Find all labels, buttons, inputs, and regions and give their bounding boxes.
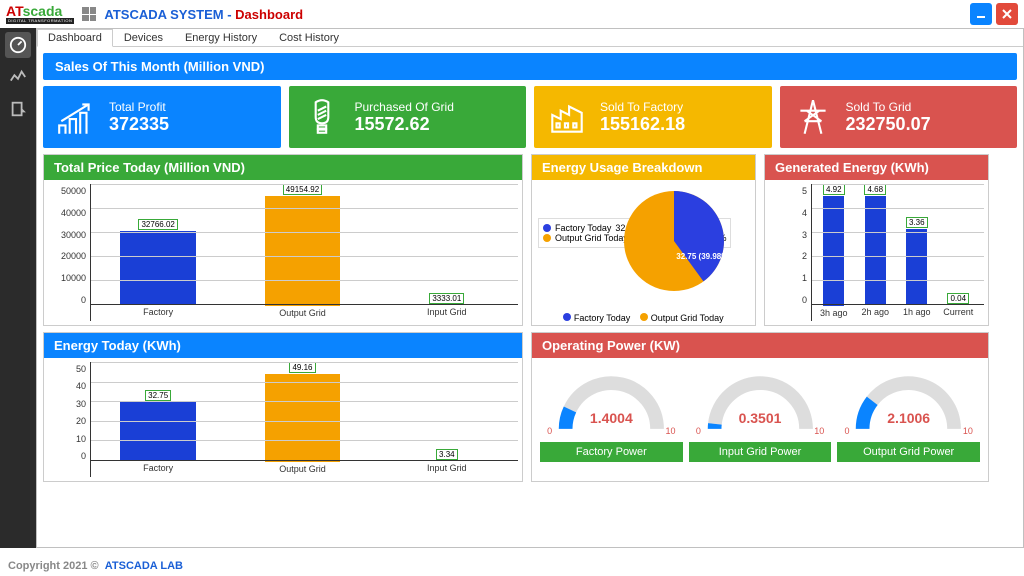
kpi-sold-to-grid: Sold To Grid232750.07 — [780, 86, 1018, 148]
operating-panel: Operating Power (KW) 1.4004010Factory Po… — [531, 332, 989, 482]
bar-input-grid: 3.34Input Grid — [384, 362, 510, 477]
pie-slice-label: 32.75 (39.98%) — [676, 252, 731, 261]
close-button[interactable] — [996, 3, 1018, 25]
energy-today-title: Energy Today (KWh) — [44, 333, 522, 358]
tab-devices[interactable]: Devices — [113, 29, 174, 46]
minimize-button[interactable] — [970, 3, 992, 25]
kpi-sold-to-factory: Sold To Factory155162.18 — [534, 86, 772, 148]
bar-factory: 32766.02Factory — [95, 184, 221, 321]
pie-panel: Energy Usage Breakdown Factory Today32.7… — [531, 154, 756, 326]
price-today-panel: Total Price Today (Million VND) 50000400… — [43, 154, 523, 326]
main-panel: DashboardDevicesEnergy HistoryCost Histo… — [36, 28, 1024, 548]
energy-today-panel: Energy Today (KWh) 5040302010032.75Facto… — [43, 332, 523, 482]
sales-header: Sales Of This Month (Million VND) — [43, 53, 1017, 80]
apps-icon[interactable] — [82, 7, 96, 21]
gauge-input-grid-power: 0.3501010Input Grid Power — [689, 366, 832, 473]
bar-factory: 32.75Factory — [95, 362, 221, 477]
nav-trend-icon[interactable] — [5, 64, 31, 90]
price-today-title: Total Price Today (Million VND) — [44, 155, 522, 180]
kpi-purchased-of-grid: Purchased Of Grid15572.62 — [289, 86, 527, 148]
bar-1h-ago: 3.361h ago — [899, 184, 935, 321]
generated-title: Generated Energy (KWh) — [765, 155, 988, 180]
bar-3h-ago: 4.923h ago — [816, 184, 852, 321]
pie-chart — [619, 186, 739, 306]
gauge-factory-power: 1.4004010Factory Power — [540, 366, 683, 473]
tab-cost-history[interactable]: Cost History — [268, 29, 350, 46]
logo: ATscada DIGITAL TRANSFORMATION — [6, 4, 74, 24]
operating-title: Operating Power (KW) — [532, 333, 988, 358]
bar-input-grid: 3333.01Input Grid — [384, 184, 510, 321]
nav-report-icon[interactable] — [5, 96, 31, 122]
bar-2h-ago: 4.682h ago — [858, 184, 894, 321]
title-bar: ATscada DIGITAL TRANSFORMATION ATSCADA S… — [0, 0, 1024, 28]
kpi-total-profit: Total Profit372335 — [43, 86, 281, 148]
bar-output-grid: 49.16Output Grid — [239, 362, 365, 477]
gauge-output-grid-power: 2.1006010Output Grid Power — [837, 366, 980, 473]
bar-output-grid: 49154.92Output Grid — [239, 184, 365, 321]
generated-panel: Generated Energy (KWh) 5432104.923h ago4… — [764, 154, 989, 326]
pie-title: Energy Usage Breakdown — [532, 155, 755, 180]
footer: Copyright 2021 © ATSCADA LAB — [8, 560, 183, 572]
pie-bottom-legend: Factory Today Output Grid Today — [532, 313, 755, 323]
sidebar — [0, 28, 36, 548]
logo-subtitle: DIGITAL TRANSFORMATION — [6, 18, 74, 24]
kpi-row: Total Profit372335Purchased Of Grid15572… — [43, 86, 1017, 148]
tab-energy-history[interactable]: Energy History — [174, 29, 268, 46]
nav-dashboard-icon[interactable] — [5, 32, 31, 58]
tabs: DashboardDevicesEnergy HistoryCost Histo… — [37, 29, 1023, 47]
tab-dashboard[interactable]: Dashboard — [37, 29, 113, 47]
system-title: ATSCADA SYSTEM - Dashboard — [104, 7, 303, 22]
bar-current: 0.04Current — [941, 184, 977, 321]
